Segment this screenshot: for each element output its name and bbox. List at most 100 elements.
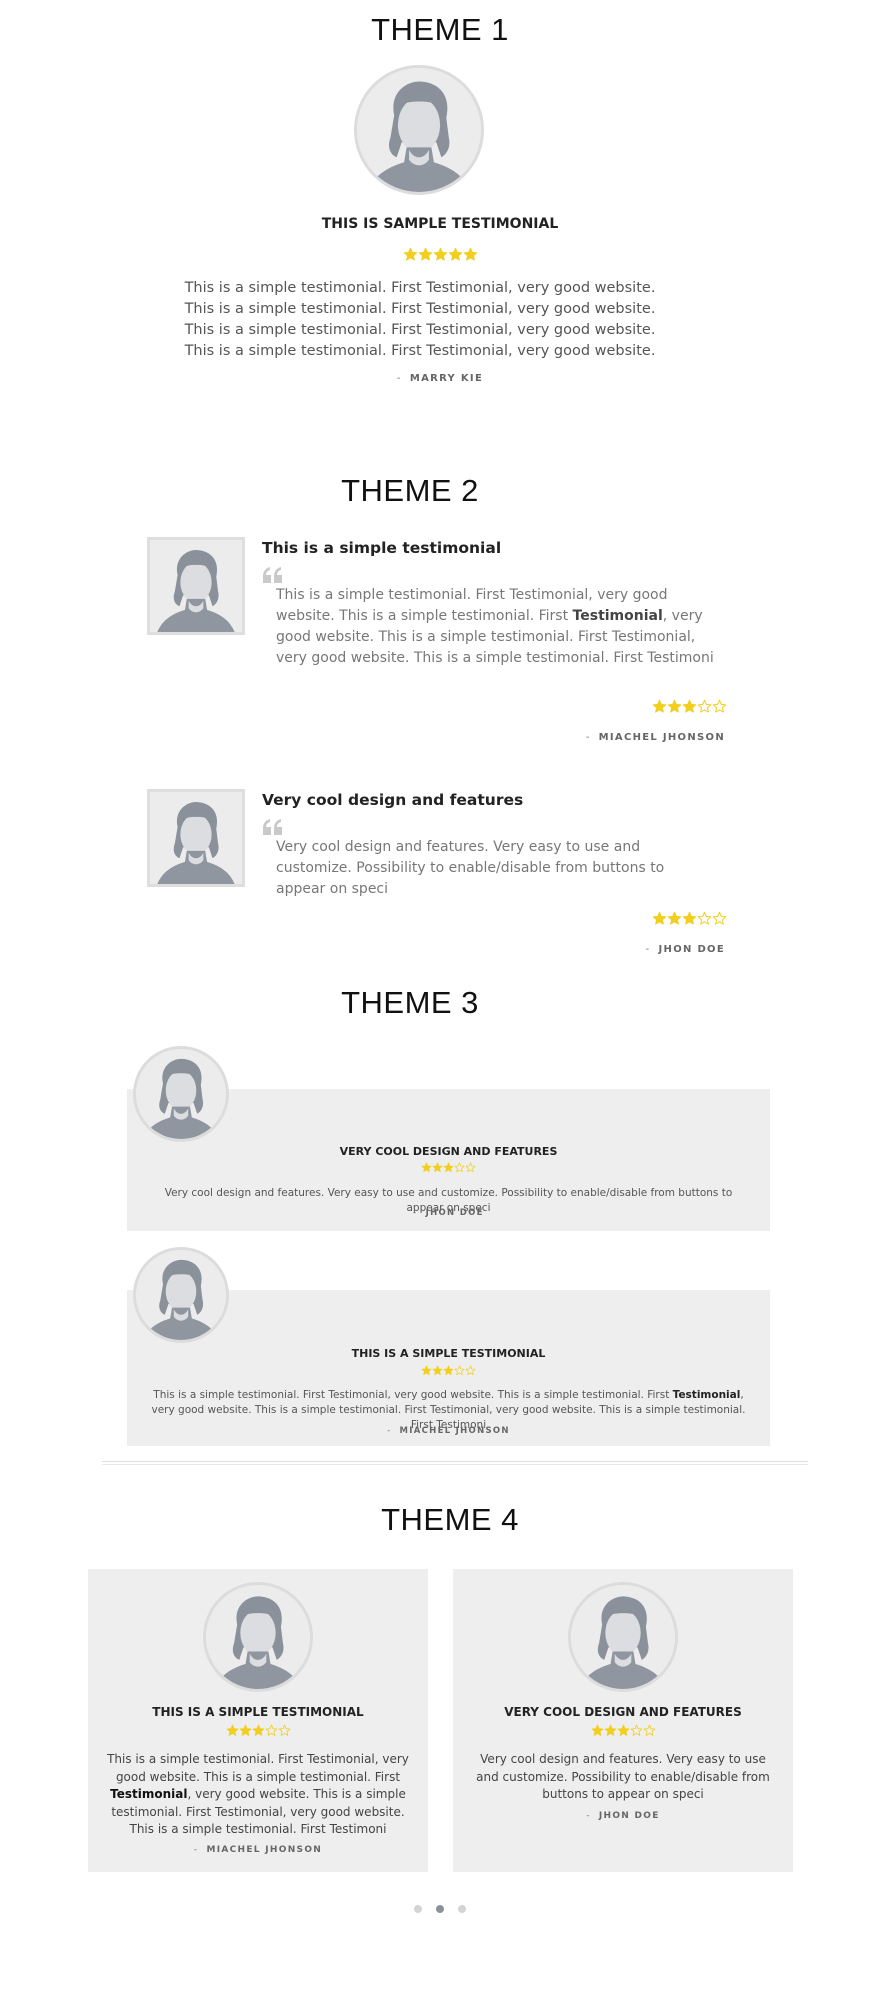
star-filled-icon [667, 699, 682, 714]
section-divider [102, 1461, 808, 1465]
star-filled-icon [432, 1365, 443, 1376]
quote-svg [263, 819, 282, 835]
star-filled-icon [433, 247, 448, 262]
theme2-rating [652, 911, 727, 931]
star-filled-icon [667, 911, 682, 926]
star-empty-icon [697, 699, 712, 714]
theme3-rating [127, 1160, 770, 1178]
theme2-testimonial-title: This is a simple testimonial [262, 539, 502, 557]
person-placeholder-icon [136, 1049, 226, 1139]
star-filled-icon [403, 247, 418, 262]
theme1-rating [0, 247, 880, 267]
theme2-testimonial-title: Very cool design and features [262, 791, 524, 809]
theme4-author: - MIACHEL JHONSON [88, 1845, 428, 1855]
theme4-testimonial-text: This is a simple testimonial. First Test… [107, 1752, 409, 1836]
star-filled-icon [239, 1724, 252, 1737]
theme4-testimonial-title: THIS IS A SIMPLE TESTIMONIAL [152, 1705, 364, 1719]
star-filled-icon [421, 1162, 432, 1173]
theme2-testimonial-text: This is a simple testimonial. First Test… [276, 587, 714, 666]
theme3-avatar [133, 1046, 229, 1142]
star-filled-icon [443, 1162, 454, 1173]
quote-icon [262, 819, 284, 835]
theme3-author: - JHON DOE [127, 1208, 770, 1218]
theme1-testimonial-title: THIS IS SAMPLE TESTIMONIAL [321, 216, 559, 232]
theme2-avatar [147, 789, 245, 887]
star-empty-icon [465, 1162, 476, 1173]
star-filled-icon [617, 1724, 630, 1737]
theme1-author: - MARRY KIE [0, 373, 880, 384]
person-placeholder-icon [150, 792, 242, 884]
star-empty-icon [454, 1365, 465, 1376]
author-dash: - [586, 1811, 591, 1821]
theme2-testimonial-text: Very cool design and features. Very easy… [276, 839, 665, 897]
theme3-testimonial-title: THIS IS A SIMPLE TESTIMONIAL [351, 1347, 546, 1360]
theme4-rating [88, 1724, 428, 1742]
person-placeholder-icon [206, 1585, 310, 1689]
star-empty-icon [454, 1162, 465, 1173]
theme2-author: - MIACHEL JHONSON [586, 732, 725, 743]
star-empty-icon [465, 1365, 476, 1376]
star-empty-icon [630, 1724, 643, 1737]
theme3-heading: THEME 3 [341, 985, 479, 1020]
theme3-avatar [133, 1247, 229, 1343]
theme4-rating [453, 1724, 793, 1742]
star-filled-icon [652, 911, 667, 926]
theme3-author: - MIACHEL JHONSON [127, 1426, 770, 1436]
star-filled-icon [463, 247, 478, 262]
star-empty-icon [278, 1724, 291, 1737]
theme3-rating [127, 1363, 770, 1381]
theme2-heading: THEME 2 [341, 473, 479, 508]
author-dash: - [645, 944, 651, 955]
pagination-dot[interactable] [436, 1905, 444, 1913]
author-name: MIACHEL JHONSON [206, 1845, 323, 1855]
star-filled-icon [432, 1162, 443, 1173]
carousel-pagination [0, 1900, 880, 1918]
theme2-author: - JHON DOE [646, 944, 725, 955]
star-empty-icon [265, 1724, 278, 1737]
person-placeholder-icon [150, 540, 242, 632]
star-filled-icon [682, 911, 697, 926]
star-filled-icon [682, 699, 697, 714]
author-name: MIACHEL JHONSON [399, 1426, 510, 1436]
person-placeholder-icon [571, 1585, 675, 1689]
author-name: JHON DOE [658, 944, 725, 955]
star-empty-icon [643, 1724, 656, 1737]
star-filled-icon [418, 247, 433, 262]
theme1-heading: THEME 1 [371, 12, 509, 47]
theme4-avatar [568, 1582, 678, 1692]
theme4-testimonial-title: VERY COOL DESIGN AND FEATURES [504, 1705, 742, 1719]
star-filled-icon [421, 1365, 432, 1376]
author-dash: - [396, 373, 402, 384]
quote-svg [263, 567, 282, 583]
author-dash: - [413, 1208, 418, 1218]
theme1-avatar [354, 65, 484, 195]
author-dash: - [193, 1845, 199, 1855]
theme1-testimonial-text: This is a simple testimonial. First Test… [184, 280, 656, 359]
quote-icon [262, 567, 284, 583]
theme4-testimonial-card: THIS IS A SIMPLE TESTIMONIAL This is a s… [88, 1569, 428, 1872]
star-filled-icon [591, 1724, 604, 1737]
star-empty-icon [697, 911, 712, 926]
star-filled-icon [448, 247, 463, 262]
author-name: MARRY KIE [409, 373, 484, 384]
theme3-testimonial-title: VERY COOL DESIGN AND FEATURES [339, 1145, 558, 1158]
person-placeholder-icon [357, 68, 481, 192]
author-name: MIACHEL JHONSON [598, 732, 725, 743]
theme2-rating [652, 699, 727, 719]
star-filled-icon [252, 1724, 265, 1737]
author-name: JHON DOE [425, 1208, 484, 1218]
star-filled-icon [443, 1365, 454, 1376]
theme4-heading: THEME 4 [381, 1502, 519, 1537]
star-filled-icon [226, 1724, 239, 1737]
theme4-testimonial-card: VERY COOL DESIGN AND FEATURES Very cool … [453, 1569, 793, 1872]
star-filled-icon [652, 699, 667, 714]
person-placeholder-icon [136, 1250, 226, 1340]
author-name: JHON DOE [598, 1811, 660, 1821]
pagination-dot[interactable] [458, 1905, 466, 1913]
author-dash: - [387, 1426, 392, 1436]
pagination-dot[interactable] [414, 1905, 422, 1913]
author-dash: - [585, 732, 591, 743]
star-empty-icon [712, 911, 727, 926]
theme4-testimonial-text: Very cool design and features. Very easy… [476, 1752, 770, 1801]
theme4-avatar [203, 1582, 313, 1692]
